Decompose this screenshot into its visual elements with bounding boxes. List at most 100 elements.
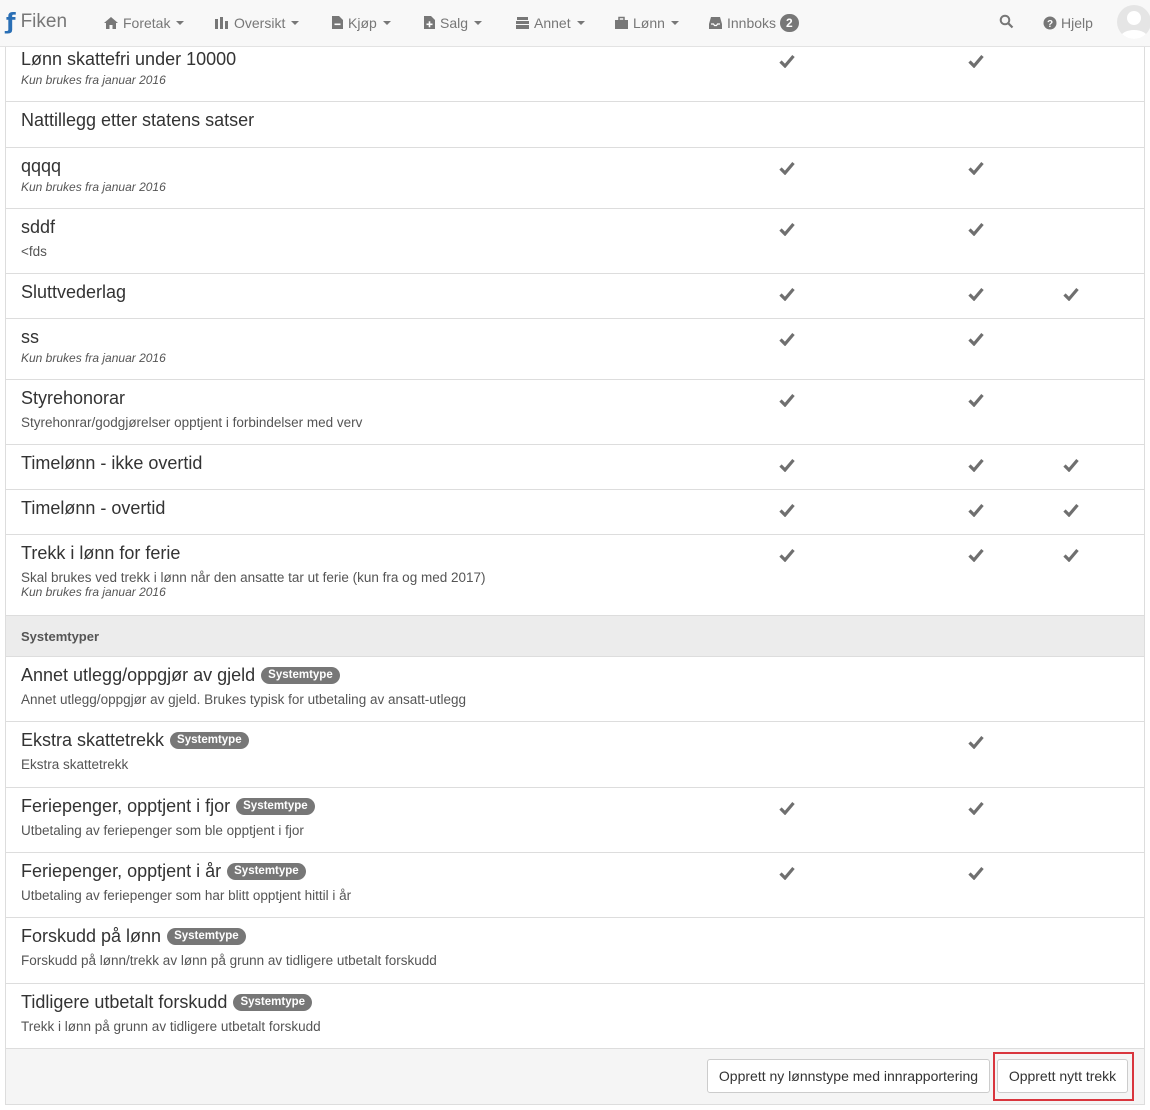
section-header-systemtyper: Systemtyper: [6, 616, 1144, 657]
row-title: Forskudd på lønn Systemtype: [21, 926, 246, 947]
row-title-text: qqqq: [21, 156, 62, 176]
check-icon: [1063, 287, 1079, 302]
row-title-text: Annet utlegg/oppgjør av gjeld: [21, 665, 256, 685]
check-icon: [968, 458, 984, 473]
check-icon: [968, 866, 984, 881]
check-icon: [779, 332, 795, 347]
check-icon: [779, 287, 795, 302]
check-icon: [1063, 503, 1079, 518]
row-description: Skal brukes ved trekk i lønn når den ans…: [21, 570, 486, 585]
row-title-text: ss: [21, 327, 39, 347]
systemtype-badge: Systemtype: [227, 863, 306, 880]
search-icon: [999, 14, 1014, 32]
row-title-text: Timelønn - ikke overtid: [21, 453, 203, 473]
row-title-text: Ekstra skattetrekk: [21, 730, 165, 750]
row-note: Kun brukes fra januar 2016: [21, 180, 166, 194]
nav-foretak[interactable]: Foretak: [103, 0, 185, 45]
help-link[interactable]: ? Hjelp: [1043, 0, 1093, 45]
row-title-text: Sluttvederlag: [21, 282, 127, 302]
systemtype-badge: Systemtype: [261, 667, 340, 684]
check-icon: [779, 866, 795, 881]
row-title: Timelønn - ikke overtid: [21, 453, 202, 474]
nav-oversikt[interactable]: Oversikt: [214, 0, 300, 45]
lonnstype-row[interactable]: Trekk i lønn for ferie Skal brukes ved tr…: [6, 535, 1144, 616]
search-button[interactable]: [999, 0, 1014, 45]
check-icon: [968, 801, 984, 816]
question-circle-icon: ?: [1043, 16, 1057, 30]
svg-text:?: ?: [1047, 19, 1053, 30]
check-icon: [968, 161, 984, 176]
check-icon: [779, 222, 795, 237]
check-icon: [968, 393, 984, 408]
stack-icon: [515, 16, 530, 30]
row-title: qqqq: [21, 156, 61, 177]
check-icon: [968, 548, 984, 563]
check-icon: [968, 287, 984, 302]
row-title-text: Timelønn - overtid: [21, 498, 166, 518]
user-avatar[interactable]: [1117, 5, 1150, 39]
nav-annet[interactable]: Annet: [515, 0, 585, 45]
check-icon: [1063, 548, 1079, 563]
row-title-text: Lønn skattefri under 10000: [21, 49, 237, 69]
nav-salg[interactable]: Salg: [423, 0, 483, 45]
lonnstype-row[interactable]: Sluttvederlag: [6, 274, 1144, 319]
check-icon: [779, 503, 795, 518]
create-lonnstype-button[interactable]: Opprett ny lønnstype med innrapportering: [707, 1059, 990, 1093]
row-title: Sluttvederlag: [21, 282, 126, 303]
system-type-row[interactable]: Feriepenger, opptjent i år Systemtype Utbe…: [6, 853, 1144, 918]
check-icon: [779, 54, 795, 69]
row-title: Timelønn - overtid: [21, 498, 165, 519]
file-plus-icon: [423, 15, 436, 30]
highlight-box: [993, 1052, 1134, 1101]
row-description: <fds: [21, 244, 47, 259]
systemtype-badge: Systemtype: [167, 928, 246, 945]
lonnstype-row[interactable]: ss Kun brukes fra januar 2016: [6, 319, 1144, 380]
brand-name: Fiken: [20, 11, 68, 32]
row-title-text: Feriepenger, opptjent i fjor: [21, 796, 231, 816]
row-title-text: Forskudd på lønn: [21, 926, 162, 946]
row-title: Feriepenger, opptjent i år Systemtype: [21, 861, 306, 882]
lonnstype-row[interactable]: qqqq Kun brukes fra januar 2016: [6, 148, 1144, 209]
systemtype-badge: Systemtype: [170, 732, 249, 749]
lonnstype-row[interactable]: sddf <fds: [6, 209, 1144, 274]
check-icon: [1063, 458, 1079, 473]
row-title: Trekk i lønn for ferie: [21, 543, 180, 564]
bar-chart-icon: [214, 16, 230, 30]
row-description: Utbetaling av feriepenger som har blitt …: [21, 888, 352, 903]
row-title-text: Tidligere utbetalt forskudd: [21, 992, 228, 1012]
top-navbar: ƒ Fiken Foretak Oversikt Kjøp Salg Annet: [0, 0, 1150, 47]
system-type-row[interactable]: Annet utlegg/oppgjør av gjeld Systemtype A…: [6, 657, 1144, 722]
row-title: Styrehonorar: [21, 388, 125, 409]
system-type-row[interactable]: Feriepenger, opptjent i fjor Systemtype Ut…: [6, 788, 1144, 853]
system-type-row[interactable]: Tidligere utbetalt forskudd Systemtype Tre…: [6, 984, 1144, 1049]
lonnstyper-panel: Opprett ny lønnstype med innrapportering…: [5, 47, 1145, 1105]
system-type-row[interactable]: Forskudd på lønn Systemtype Forskudd på lø…: [6, 918, 1144, 984]
nav-innboks[interactable]: Innboks 2: [708, 0, 799, 45]
lonnstype-row[interactable]: Styrehonorar Styrehonrar/godgjørelser opp…: [6, 380, 1144, 445]
check-icon: [779, 801, 795, 816]
lonnstype-row[interactable]: Lønn skattefri under 10000 Kun brukes fra…: [6, 47, 1144, 102]
row-description: Annet utlegg/oppgjør av gjeld. Brukes ty…: [21, 692, 467, 707]
row-title: Nattillegg etter statens satser: [21, 110, 254, 131]
system-type-row[interactable]: Ekstra skattetrekk Systemtype Ekstra skatt…: [6, 722, 1144, 788]
row-description: Forskudd på lønn/trekk av lønn på grunn …: [21, 953, 437, 968]
check-icon: [779, 161, 795, 176]
brand-logo[interactable]: ƒ Fiken: [6, 10, 68, 35]
row-note: Kun brukes fra januar 2016: [21, 73, 166, 87]
lonnstype-row[interactable]: Timelønn - ikke overtid: [6, 445, 1144, 490]
nav-kjop[interactable]: Kjøp: [331, 0, 391, 45]
lonnstype-row[interactable]: Nattillegg etter statens satser: [6, 102, 1144, 148]
row-title: Annet utlegg/oppgjør av gjeld Systemtype: [21, 665, 340, 686]
row-description: Trekk i lønn på grunn av tidligere utbet…: [21, 1019, 321, 1034]
row-title-text: Trekk i lønn for ferie: [21, 543, 181, 563]
row-description: Ekstra skattetrekk: [21, 757, 129, 772]
inbox-count-badge: 2: [780, 13, 799, 32]
inbox-icon: [708, 16, 723, 30]
row-title-text: Styrehonorar: [21, 388, 126, 408]
row-note: Kun brukes fra januar 2016: [21, 351, 166, 365]
nav-lonn[interactable]: Lønn: [614, 0, 679, 45]
row-title: Lønn skattefri under 10000: [21, 49, 236, 70]
lonnstype-row[interactable]: Timelønn - overtid: [6, 490, 1144, 535]
row-title: Tidligere utbetalt forskudd Systemtype: [21, 992, 313, 1013]
systemtype-badge: Systemtype: [236, 798, 315, 815]
